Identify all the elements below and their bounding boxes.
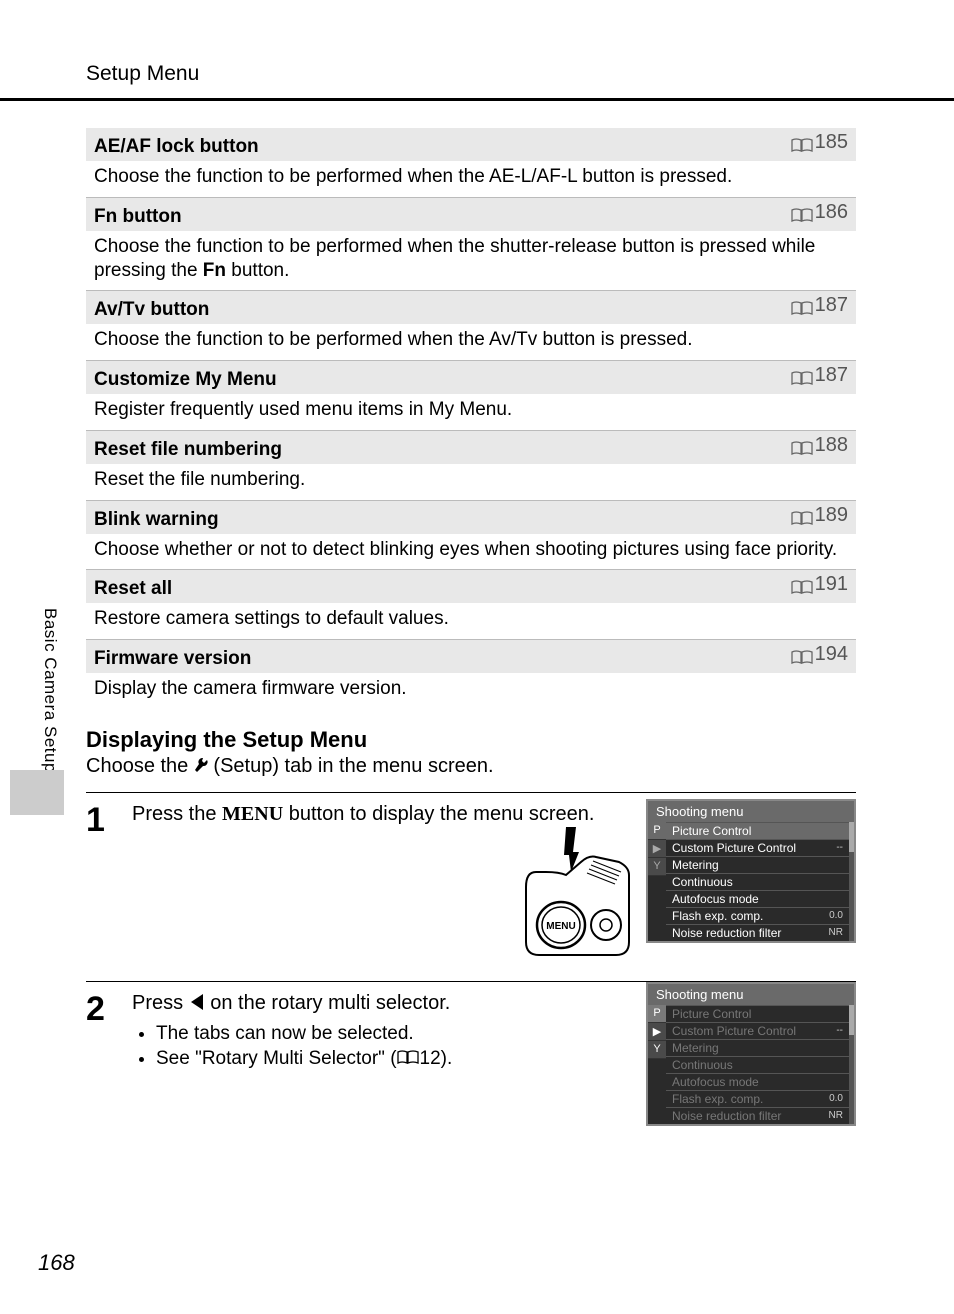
page-number: 168 (38, 1250, 75, 1276)
menu-item-customize-my-menu: Customize My Menu 187 (86, 361, 856, 394)
lcd-row: Continuous (666, 873, 849, 890)
menu-item-fn-button: Fn button 186 (86, 198, 856, 231)
lcd-row: Autofocus mode (666, 1073, 849, 1090)
menu-item-title: Reset file numbering (94, 439, 282, 461)
menu-item-title: Firmware version (94, 648, 251, 670)
lcd-row: Picture Control (666, 822, 849, 839)
sidebar-tab-block (10, 770, 64, 815)
lcd-row: Autofocus mode (666, 890, 849, 907)
page-reference: 185 (791, 131, 848, 154)
lcd-row: Metering (666, 856, 849, 873)
page-reference: 187 (791, 364, 848, 387)
lcd-row: Continuous (666, 1056, 849, 1073)
menu-item-desc: Register frequently used menu items in M… (86, 394, 856, 431)
lcd-scrollbar (849, 1005, 854, 1124)
book-icon (791, 577, 813, 592)
menu-item-title: Customize My Menu (94, 369, 277, 391)
book-icon (791, 135, 813, 150)
header-rule (0, 98, 954, 101)
menu-item-title: Blink warning (94, 509, 219, 531)
lcd-row: Custom Picture Control-- (666, 839, 849, 856)
menu-item-desc: Display the camera firmware version. (86, 673, 856, 709)
lcd-items: Picture Control Custom Picture Control--… (666, 1005, 849, 1124)
page-reference: 188 (791, 434, 848, 457)
menu-item-title: Av/Tv button (94, 299, 209, 321)
lcd-row: Metering (666, 1039, 849, 1056)
menu-item-av-tv: Av/Tv button 187 (86, 291, 856, 324)
lcd-row: Flash exp. comp.0.0 (666, 907, 849, 924)
fn-glyph: Fn (203, 260, 226, 281)
menu-item-firmware-version: Firmware version 194 (86, 640, 856, 673)
step-number: 1 (86, 801, 114, 840)
menu-item-ae-af-lock: AE/AF lock button 185 (86, 128, 856, 161)
lcd-row: Noise reduction filterNR (666, 924, 849, 941)
step-2: 2 Press on the rotary multi selector. Th… (86, 981, 856, 1166)
step-number: 2 (86, 990, 114, 1029)
step-1: 1 Press the MENU button to display the m… (86, 792, 856, 967)
page-reference: 191 (791, 573, 848, 596)
menu-item-reset-all: Reset all 191 (86, 570, 856, 603)
menu-item-desc: Restore camera settings to default value… (86, 603, 856, 640)
menu-item-title: AE/AF lock button (94, 136, 259, 158)
lcd-tab-setup: Y (648, 858, 666, 876)
menu-item-reset-file-numbering: Reset file numbering 188 (86, 431, 856, 464)
lcd-tab-setup: Y (648, 1041, 666, 1059)
lcd-tabs: P ▶ Y (648, 822, 666, 941)
left-arrow-icon (189, 992, 205, 1014)
lcd-tab-play: ▶ (648, 1023, 666, 1041)
lcd-scrollbar (849, 822, 854, 941)
lcd-tab-play: ▶ (648, 840, 666, 858)
main-content: AE/AF lock button 185 Choose the functio… (86, 128, 856, 1166)
lcd-row: Flash exp. comp.0.0 (666, 1090, 849, 1107)
lcd-row: Custom Picture Control-- (666, 1022, 849, 1039)
sidebar-section-label: Basic Camera Setup (40, 608, 60, 773)
camera-lcd-screenshot-1: Shooting menu P ▶ Y Picture Control Cust… (646, 799, 856, 943)
menu-item-title: Reset all (94, 578, 172, 600)
book-icon (791, 368, 813, 383)
lcd-row: Noise reduction filterNR (666, 1107, 849, 1124)
menu-item-title: Fn button (94, 206, 182, 228)
menu-button-glyph: MENU (222, 803, 283, 825)
lcd-header: Shooting menu (648, 801, 854, 822)
page-reference: 194 (791, 643, 848, 666)
lcd-tabs: P ▶ Y (648, 1005, 666, 1124)
book-icon (791, 508, 813, 523)
page-reference: 189 (791, 504, 848, 527)
menu-item-desc: Reset the file numbering. (86, 464, 856, 501)
menu-item-desc: Choose whether or not to detect blinking… (86, 534, 856, 571)
lcd-row: Picture Control (666, 1005, 849, 1022)
lcd-tab-p: P (648, 822, 666, 840)
wrench-icon (194, 755, 208, 777)
svg-text:MENU: MENU (546, 921, 575, 932)
lcd-tab-p: P (648, 1005, 666, 1023)
page-reference: 186 (791, 201, 848, 224)
page-reference: 187 (791, 294, 848, 317)
page-title: Setup Menu (86, 62, 199, 86)
menu-item-desc: Choose the function to be performed when… (86, 324, 856, 361)
book-icon (791, 647, 813, 662)
book-icon (791, 438, 813, 453)
subsection-title: Displaying the Setup Menu (86, 727, 856, 753)
menu-item-desc: Choose the function to be performed when… (86, 231, 856, 292)
lcd-items: Picture Control Custom Picture Control--… (666, 822, 849, 941)
camera-lcd-screenshot-2: Shooting menu P ▶ Y Picture Control Cust… (646, 982, 856, 1126)
book-icon (791, 205, 813, 220)
lcd-header: Shooting menu (648, 984, 854, 1005)
menu-item-desc: Choose the function to be performed when… (86, 161, 856, 198)
book-icon (397, 1046, 419, 1061)
menu-item-blink-warning: Blink warning 189 (86, 501, 856, 534)
subsection-line: Choose the (Setup) tab in the menu scree… (86, 753, 856, 778)
book-icon (791, 298, 813, 313)
camera-diagram: MENU (521, 827, 631, 963)
